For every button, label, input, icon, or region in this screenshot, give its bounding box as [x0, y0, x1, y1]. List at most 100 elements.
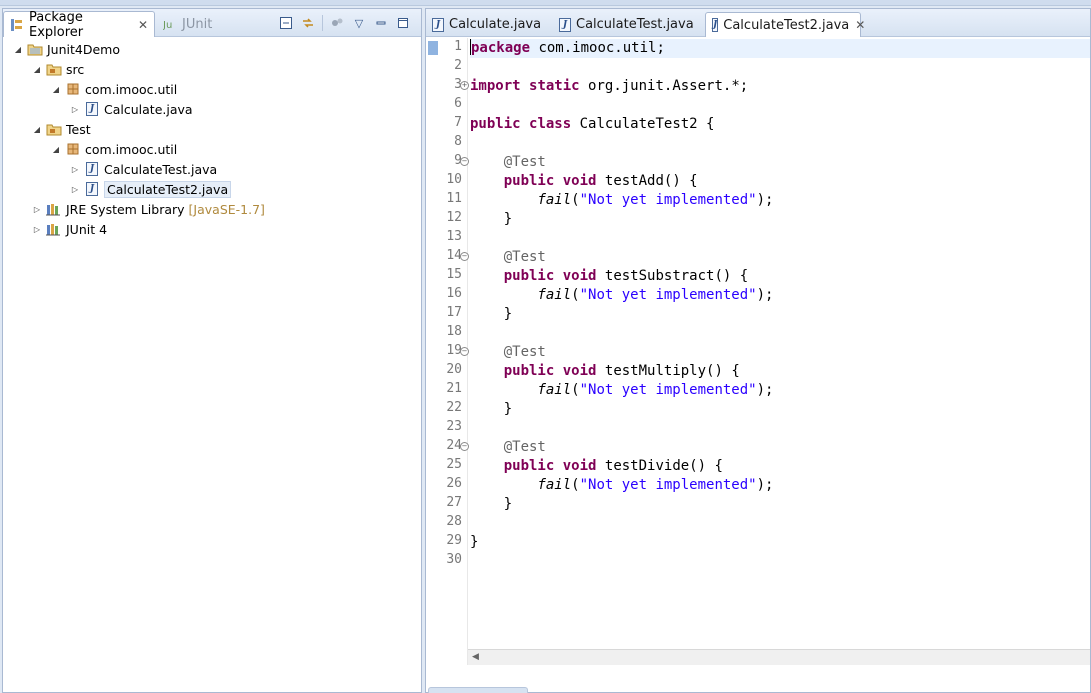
expanded-arrow-icon[interactable]: ◢ [51, 144, 61, 154]
line-number: 25 [446, 457, 462, 472]
line-number: 26 [446, 476, 462, 491]
code-line: } [503, 496, 513, 512]
scroll-left-icon[interactable]: ◀ [472, 652, 479, 662]
code-editor[interactable]: 1 2 3 6 7 8 9 10 11 12 13 14 15 16 17 18… [426, 38, 1090, 665]
collapse-fold-icon[interactable]: − [460, 157, 469, 166]
code-line: } [503, 306, 513, 322]
expanded-arrow-icon[interactable]: ◢ [13, 44, 23, 54]
package-explorer-icon [10, 18, 24, 32]
line-number: 22 [446, 400, 462, 415]
minimize-icon[interactable] [373, 15, 389, 31]
java-file-icon: J [432, 17, 444, 32]
line-number: 13 [446, 229, 462, 244]
close-icon[interactable]: ✕ [138, 18, 148, 32]
package-icon [65, 81, 81, 97]
tree-item-project[interactable]: ◢ Junit4Demo [3, 39, 421, 59]
collapse-fold-icon[interactable]: − [460, 347, 469, 356]
code-line: @Test [503, 249, 546, 265]
tab-label: CalculateTest.java [576, 17, 694, 32]
code-line: fail("Not yet implemented"); [537, 477, 774, 493]
code-line: fail("Not yet implemented"); [537, 382, 774, 398]
line-number: 15 [446, 267, 462, 282]
bottom-panel-tab[interactable] [428, 687, 528, 693]
tree-item-calculate-java[interactable]: ▷ J Calculate.java [3, 99, 421, 119]
collapse-fold-icon[interactable]: − [460, 442, 469, 451]
library-icon [46, 221, 62, 237]
line-number: 20 [446, 362, 462, 377]
tree-item-test-folder[interactable]: ◢ Test [3, 119, 421, 139]
editor-tab-calculate[interactable]: J Calculate.java [426, 12, 550, 37]
collapsed-arrow-icon[interactable]: ▷ [70, 104, 80, 114]
expanded-arrow-icon[interactable]: ◢ [32, 64, 42, 74]
line-number: 28 [446, 514, 462, 529]
tree-item-calculatetest2-java[interactable]: ▷ J CalculateTest2.java [3, 179, 421, 199]
tree-item-label: CalculateTest2.java [104, 180, 232, 198]
line-number: 11 [446, 191, 462, 206]
collapse-all-icon[interactable] [278, 15, 294, 31]
java-file-icon: J [84, 101, 100, 117]
horizontal-scrollbar[interactable]: ◀ [468, 649, 1090, 665]
expanded-arrow-icon[interactable]: ◢ [32, 124, 42, 134]
collapsed-arrow-icon[interactable]: ▷ [70, 164, 80, 174]
tree-item-junit4-library[interactable]: ▷ JUnit 4 [3, 219, 421, 239]
view-menu-icon[interactable]: ▽ [351, 15, 367, 31]
line-number: 6 [454, 96, 462, 111]
tree-item-package[interactable]: ◢ com.imooc.util [3, 79, 421, 99]
line-number: 17 [446, 305, 462, 320]
close-icon[interactable]: ✕ [855, 18, 865, 32]
code-line: } [503, 211, 513, 227]
view-toolbar: ▽ [278, 15, 411, 31]
code-line: @Test [503, 439, 546, 455]
occurrence-marker [428, 41, 438, 55]
tab-package-explorer[interactable]: Package Explorer ✕ [3, 10, 155, 40]
library-icon [46, 201, 62, 217]
line-number: 30 [446, 552, 462, 567]
code-line: package com.imooc.util; [470, 39, 1090, 58]
window-top-strip [0, 0, 1091, 6]
source-folder-icon [46, 61, 62, 77]
line-number: 1 [454, 39, 462, 54]
line-number: 23 [446, 419, 462, 434]
tree-item-label: CalculateTest.java [104, 161, 218, 177]
tree-item-label: Test [66, 121, 91, 137]
package-explorer-tabbar: Package Explorer ✕ Ju JUnit ▽ [3, 9, 421, 40]
editor-tab-calculatetest2[interactable]: J CalculateTest2.java ✕ [705, 12, 865, 37]
code-line: import static org.junit.Assert.*; [470, 78, 749, 94]
code-line: @Test [503, 344, 546, 360]
collapsed-arrow-icon[interactable]: ▷ [32, 204, 42, 214]
line-number: 7 [454, 115, 462, 130]
code-line: public void testDivide() { [503, 458, 723, 474]
junit-icon: Ju [163, 17, 177, 31]
toolbar-separator [322, 15, 323, 31]
maximize-icon[interactable] [395, 15, 411, 31]
collapse-fold-icon[interactable]: − [460, 252, 469, 261]
tree-item-label: Junit4Demo [47, 41, 120, 57]
line-number: 12 [446, 210, 462, 225]
collapsed-arrow-icon[interactable]: ▷ [70, 184, 80, 194]
line-number: 9 [454, 153, 462, 168]
expand-fold-icon[interactable]: + [460, 81, 469, 90]
tree-item-package[interactable]: ◢ com.imooc.util [3, 139, 421, 159]
java-file-icon: J [559, 17, 571, 32]
filter-icon[interactable] [329, 15, 345, 31]
tree-item-jre-library[interactable]: ▷ JRE System Library [JavaSE-1.7] [3, 199, 421, 219]
code-line: @Test [503, 154, 546, 170]
line-number: 27 [446, 495, 462, 510]
collapsed-arrow-icon[interactable]: ▷ [32, 224, 42, 234]
tree-item-calculatetest-java[interactable]: ▷ J CalculateTest.java [3, 159, 421, 179]
line-number: 24 [446, 438, 462, 453]
editor-tab-calculatetest[interactable]: J CalculateTest.java [553, 12, 703, 37]
link-with-editor-icon[interactable] [300, 15, 316, 31]
line-number: 18 [446, 324, 462, 339]
expanded-arrow-icon[interactable]: ◢ [51, 84, 61, 94]
line-number: 29 [446, 533, 462, 548]
tree-item-label: JRE System Library [66, 201, 185, 217]
java-file-icon: J [84, 161, 100, 177]
tab-junit[interactable]: Ju JUnit [157, 11, 218, 37]
code-line: } [470, 534, 479, 550]
line-number: 2 [454, 58, 462, 73]
source-folder-icon [46, 121, 62, 137]
line-number: 19 [446, 343, 462, 358]
tree-item-src-folder[interactable]: ◢ src [3, 59, 421, 79]
tree-item-label: com.imooc.util [85, 141, 178, 157]
